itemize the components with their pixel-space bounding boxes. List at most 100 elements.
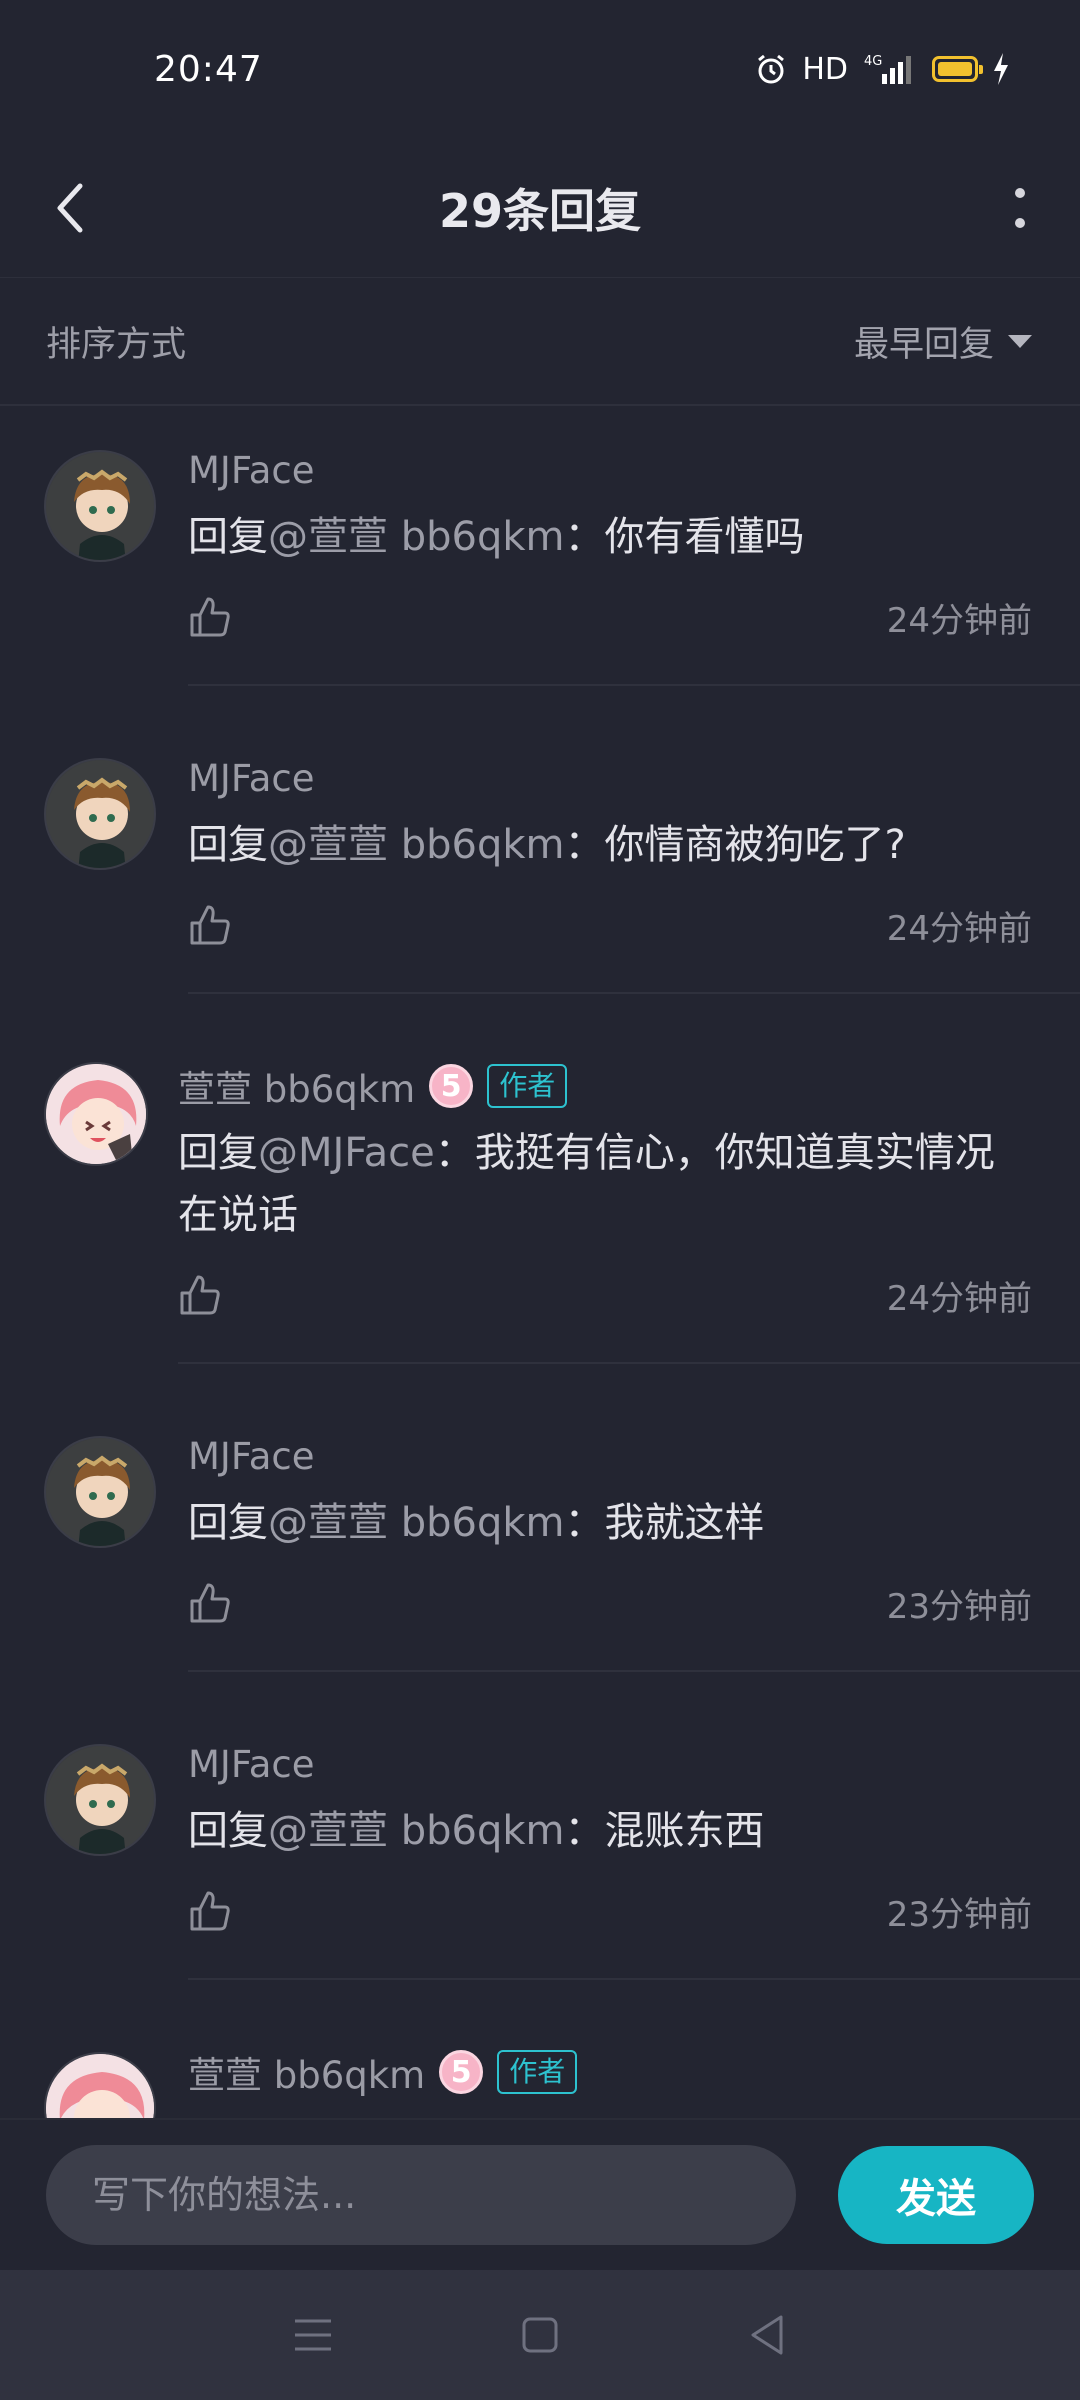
reply-item: MJFace 回复@萱萱 bb6qkm：混账东西 23分钟前: [0, 1702, 1080, 2010]
reply-meta: 23分钟前: [188, 1884, 1032, 1938]
charging-icon: [994, 53, 1008, 85]
reply-item: MJFace 回复@萱萱 bb6qkm：你有看懂吗 24分钟前: [0, 408, 1080, 716]
sort-value: 最早回复: [853, 324, 994, 365]
reply-item: MJFace 回复@萱萱 bb6qkm：你情商被狗吃了? 24分钟前: [0, 716, 1080, 1024]
signal-icon: 4G: [864, 54, 911, 84]
home-nav-button[interactable]: [500, 2295, 580, 2375]
divider: [188, 684, 1080, 686]
username-text: 萱萱 bb6qkm: [188, 2054, 426, 2097]
reply-input[interactable]: [46, 2145, 796, 2245]
reply-prefix: 回复: [178, 1130, 258, 1176]
reply-username[interactable]: MJFace: [188, 1428, 1032, 1484]
username-text: 萱萱 bb6qkm: [178, 1068, 416, 1111]
reply-item: 萱萱 bb6qkm 5 作者 回复@MJFace：我挺有信心，你知道真实情况在说…: [0, 1024, 1080, 1394]
username-text: MJFace: [188, 448, 315, 492]
xuanxuan-avatar-image: [46, 2054, 154, 2118]
reply-username[interactable]: 萱萱 bb6qkm 5 作者: [178, 1058, 1032, 1114]
sort-label: 排序方式: [46, 324, 187, 365]
battery-icon: [932, 56, 983, 82]
reply-text[interactable]: 回复@萱萱 bb6qkm：你有看懂吗: [188, 506, 1032, 568]
reply-message: ：你有看懂吗: [564, 514, 805, 560]
reply-text[interactable]: 回复@萱萱 bb6qkm：我就这样: [188, 1492, 1032, 1554]
back-button[interactable]: [40, 178, 100, 238]
username-text: MJFace: [188, 1742, 315, 1786]
reply-content: MJFace 回复@萱萱 bb6qkm：混账东西 23分钟前: [188, 1736, 1032, 1938]
reply-message: ：你情商被狗吃了?: [564, 822, 906, 868]
divider: [188, 1670, 1080, 1672]
page-title: 29条回复: [438, 183, 641, 238]
mjface-avatar-image: [46, 1746, 154, 1854]
status-bar: 20:47 HD 4G: [0, 0, 1080, 138]
avatar[interactable]: [44, 758, 156, 870]
thumbs-up-icon[interactable]: [188, 1581, 232, 1625]
divider: [188, 1978, 1080, 1980]
reply-time: 23分钟前: [886, 1894, 1032, 1935]
reply-text[interactable]: 回复@萱萱 bb6qkm：你情商被狗吃了?: [188, 814, 1032, 876]
reply-prefix: 回复: [188, 822, 268, 868]
caret-down-icon: [1008, 334, 1032, 348]
reply-meta: 24分钟前: [188, 898, 1032, 952]
reply-text[interactable]: 回复@萱萱 bb6qkm：混账东西: [188, 1800, 1032, 1862]
reply-message: ：我就这样: [564, 1500, 765, 1546]
thumbs-up-icon[interactable]: [188, 1889, 232, 1933]
hd-indicator: HD: [802, 51, 848, 87]
menu-nav-button[interactable]: [273, 2295, 353, 2375]
more-options-button[interactable]: [990, 178, 1050, 238]
reply-text[interactable]: 回复@MJFace：我挺有信心，你知道真实情况在说话: [178, 1122, 1032, 1246]
avatar[interactable]: [44, 1744, 156, 1856]
reply-content: MJFace 回复@萱萱 bb6qkm：你情商被狗吃了? 24分钟前: [188, 750, 1032, 952]
reply-username[interactable]: MJFace: [188, 442, 1032, 498]
reply-content: MJFace 回复@萱萱 bb6qkm：你有看懂吗 24分钟前: [188, 442, 1032, 644]
avatar[interactable]: [44, 1436, 156, 1548]
triangle-back-icon: [751, 2315, 783, 2355]
avatar[interactable]: [44, 1062, 148, 1166]
reply-list[interactable]: MJFace 回复@萱萱 bb6qkm：你有看懂吗 24分钟前 MJFace 回…: [0, 408, 1080, 2118]
mention-link[interactable]: @萱萱 bb6qkm: [268, 822, 564, 868]
reply-username[interactable]: MJFace: [188, 1736, 1032, 1792]
top-app-bar: 29条回复: [0, 138, 1080, 278]
status-time: 20:47: [154, 48, 263, 90]
menu-icon: [295, 2319, 332, 2351]
reply-time: 24分钟前: [886, 600, 1032, 641]
reply-username[interactable]: MJFace: [188, 750, 1032, 806]
system-nav-bar: [0, 2270, 1080, 2400]
reply-meta: 24分钟前: [188, 590, 1032, 644]
mention-link[interactable]: @MJFace: [258, 1130, 435, 1176]
reply-content: 萱萱 bb6qkm 5 作者: [188, 2044, 1032, 2100]
reply-meta: 23分钟前: [188, 1576, 1032, 1630]
avatar[interactable]: [44, 2052, 156, 2118]
mention-link[interactable]: @萱萱 bb6qkm: [268, 1808, 564, 1854]
alarm-icon: [758, 54, 785, 84]
sort-bar: 排序方式 最早回复: [0, 278, 1080, 406]
username-text: MJFace: [188, 756, 315, 800]
reply-content: 萱萱 bb6qkm 5 作者 回复@MJFace：我挺有信心，你知道真实情况在说…: [178, 1058, 1032, 1322]
svg-text:4G: 4G: [864, 54, 882, 69]
thumbs-up-icon[interactable]: [188, 595, 232, 639]
avatar[interactable]: [44, 450, 156, 562]
send-button[interactable]: 发送: [838, 2146, 1034, 2244]
status-icons: HD 4G: [754, 52, 1010, 87]
reply-username[interactable]: 萱萱 bb6qkm 5 作者: [188, 2044, 1032, 2100]
mjface-avatar-image: [46, 452, 154, 560]
mention-link[interactable]: @萱萱 bb6qkm: [268, 1500, 564, 1546]
reply-prefix: 回复: [188, 514, 268, 560]
sort-dropdown[interactable]: 最早回复: [854, 316, 1032, 367]
mjface-avatar-image: [46, 760, 154, 868]
thumbs-up-icon[interactable]: [188, 903, 232, 947]
more-vertical-icon: [1015, 188, 1025, 228]
reply-prefix: 回复: [188, 1500, 268, 1546]
thumbs-up-icon[interactable]: [178, 1273, 222, 1317]
reply-prefix: 回复: [188, 1808, 268, 1854]
level-badge: 5: [429, 1064, 474, 1108]
mention-link[interactable]: @萱萱 bb6qkm: [268, 514, 564, 560]
username-text: MJFace: [188, 1434, 315, 1478]
back-nav-button[interactable]: [727, 2295, 807, 2375]
level-badge: 5: [439, 2050, 484, 2094]
mjface-avatar-image: [46, 1438, 154, 1546]
xuanxuan-avatar-image: [46, 1064, 146, 1164]
reply-time: 24分钟前: [886, 1278, 1032, 1319]
reply-content: MJFace 回复@萱萱 bb6qkm：我就这样 23分钟前: [188, 1428, 1032, 1630]
divider: [178, 1362, 1080, 1364]
divider: [188, 992, 1080, 994]
reply-item: 萱萱 bb6qkm 5 作者: [0, 2010, 1080, 2118]
